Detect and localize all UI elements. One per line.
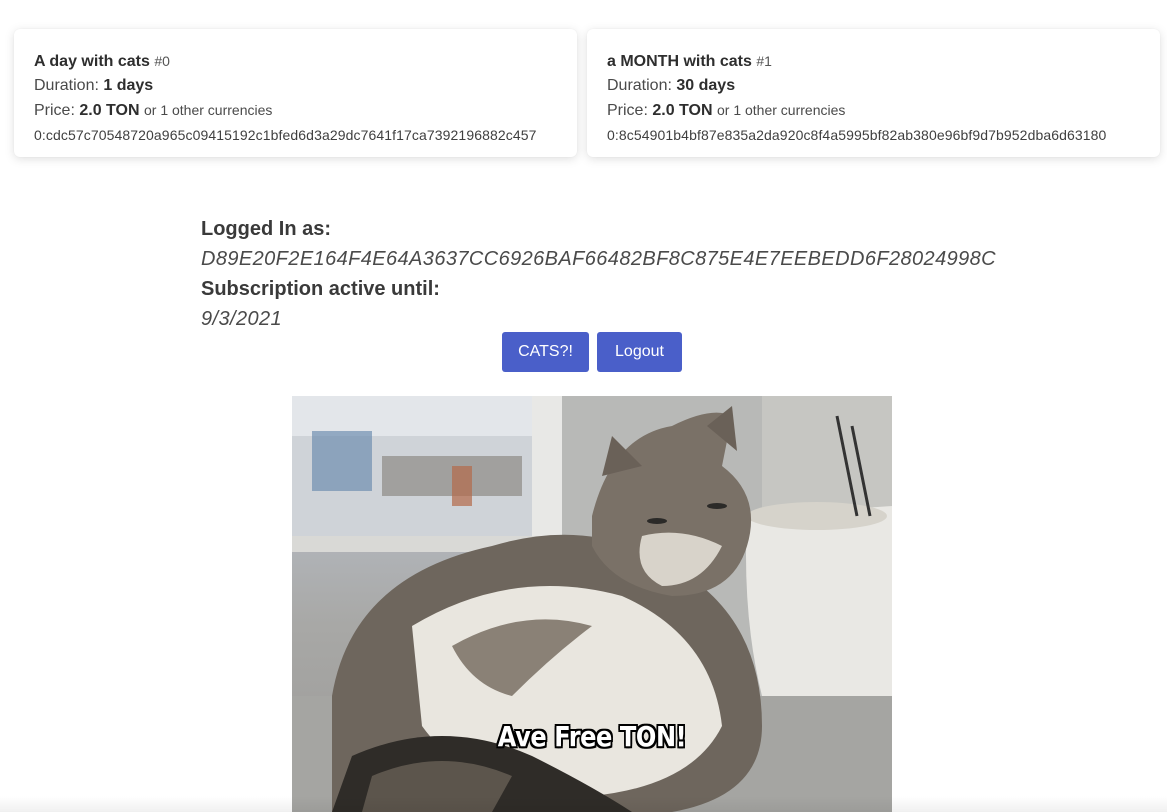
plan-title: A day with cats #0 bbox=[34, 49, 557, 74]
price-value: 2.0 TON bbox=[79, 102, 140, 119]
plan-name: a MONTH with cats bbox=[607, 53, 752, 70]
duration-value: 1 days bbox=[103, 77, 154, 94]
price-other-currencies: or 1 other currencies bbox=[143, 102, 273, 118]
duration-value: 30 days bbox=[676, 77, 736, 94]
duration-label: Duration: bbox=[34, 77, 99, 94]
plan-card-day[interactable]: A day with cats #0 Duration: 1 days Pric… bbox=[14, 29, 577, 157]
page: A day with cats #0 Duration: 1 days Pric… bbox=[0, 0, 1167, 812]
plan-duration: Duration: 30 days bbox=[607, 74, 1140, 98]
plan-card-month[interactable]: a MONTH with cats #1 Duration: 30 days P… bbox=[587, 29, 1160, 157]
plan-address: 0:cdc57c70548720a965c09415192c1bfed6d3a2… bbox=[34, 127, 537, 143]
subscription-label: Subscription active until: bbox=[201, 278, 440, 300]
logged-in-label: Logged In as: bbox=[201, 218, 331, 240]
cat-photo: Ave Free TON! bbox=[292, 396, 892, 812]
user-public-key: D89E20F2E164F4E64A3637CC6926BAF66482BF8C… bbox=[201, 248, 997, 270]
logout-button[interactable]: Logout bbox=[597, 332, 682, 372]
price-label: Price: bbox=[607, 102, 648, 119]
photo-caption: Ave Free TON! bbox=[497, 720, 687, 753]
plan-index: #0 bbox=[154, 53, 170, 69]
plan-price: Price: 2.0 TON or 1 other currencies bbox=[607, 98, 1140, 123]
subscription-plans: A day with cats #0 Duration: 1 days Pric… bbox=[14, 29, 1160, 157]
plan-name: A day with cats bbox=[34, 53, 150, 70]
price-other-currencies: or 1 other currencies bbox=[716, 102, 846, 118]
session-info: Logged In as: D89E20F2E164F4E64A3637CC69… bbox=[201, 214, 1001, 334]
plan-index: #1 bbox=[756, 53, 772, 69]
plan-duration: Duration: 1 days bbox=[34, 74, 557, 98]
cats-button[interactable]: CATS?! bbox=[502, 332, 589, 372]
price-value: 2.0 TON bbox=[652, 102, 713, 119]
plan-address: 0:8c54901b4bf87e835a2da920c8f4a5995bf82a… bbox=[607, 127, 1107, 143]
subscription-date: 9/3/2021 bbox=[201, 308, 283, 330]
price-label: Price: bbox=[34, 102, 75, 119]
duration-label: Duration: bbox=[607, 77, 672, 94]
plan-price: Price: 2.0 TON or 1 other currencies bbox=[34, 98, 557, 123]
plan-title: a MONTH with cats #1 bbox=[607, 49, 1140, 74]
